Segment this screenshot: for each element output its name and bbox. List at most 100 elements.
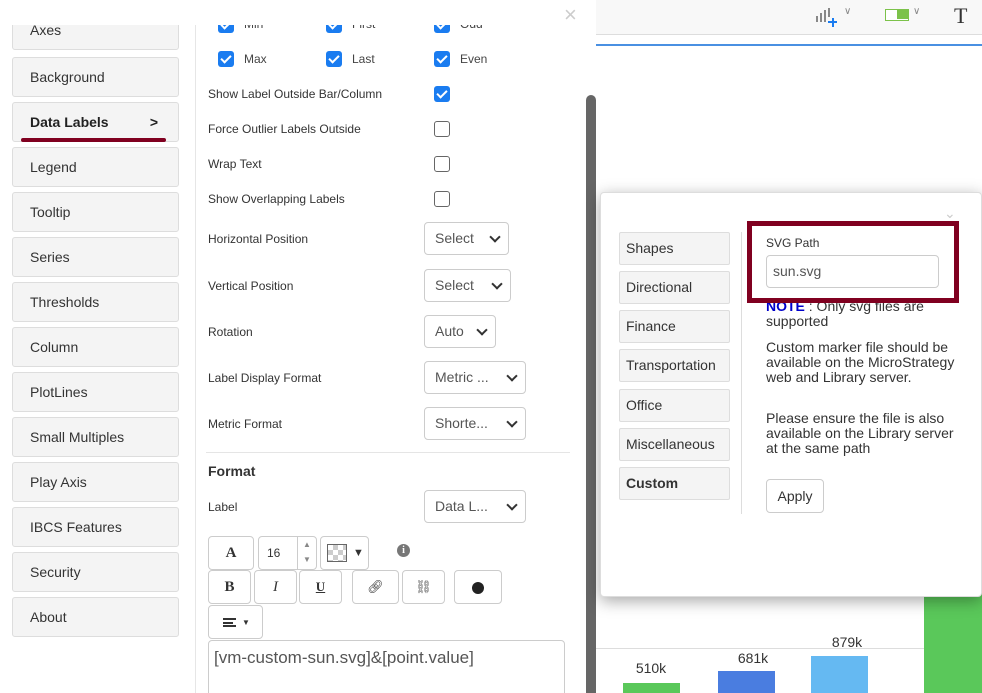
sidebar-item-security[interactable]: Security	[12, 552, 179, 592]
active-underline	[21, 138, 166, 142]
apply-button[interactable]: Apply	[766, 479, 824, 513]
select-value: Metric ...	[435, 369, 489, 385]
horizontal-position-select[interactable]: Select	[424, 222, 509, 255]
info-icon[interactable]: i	[397, 544, 410, 557]
sidebar-item-label: About	[30, 609, 67, 625]
format-heading: Format	[208, 463, 256, 479]
sidebar-item-thresholds[interactable]: Thresholds	[12, 282, 179, 322]
checkbox-label: Max	[244, 52, 267, 66]
panel-scrollbar[interactable]	[586, 95, 596, 693]
dropdown-label: Metric Format	[208, 417, 283, 431]
selection-line	[596, 44, 982, 46]
font-button[interactable]: A	[208, 536, 254, 570]
label-text-editor[interactable]: [vm-custom-sun.svg]&[point.value]	[208, 640, 565, 693]
sidebar-item-legend[interactable]: Legend	[12, 147, 179, 187]
font-size-value: 16	[267, 546, 281, 560]
tab-miscellaneous[interactable]: Miscellaneous	[619, 428, 730, 461]
italic-icon: I	[273, 579, 278, 595]
vertical-position-select[interactable]: Select	[424, 269, 511, 302]
sidebar-item-label: Series	[30, 249, 70, 265]
editor-text: [vm-custom-sun.svg]&[point.value]	[214, 648, 474, 667]
unlink-button[interactable]: ⛓︎	[402, 570, 445, 604]
chevron-down-icon[interactable]: ∨	[913, 6, 920, 17]
add-chart-icon[interactable]	[816, 8, 837, 27]
sidebar-item-background[interactable]: Background	[12, 57, 179, 97]
label-select[interactable]: Data L...	[424, 490, 526, 523]
bar[interactable]	[623, 683, 680, 693]
sidebar-item-ibcs-features[interactable]: IBCS Features	[12, 507, 179, 547]
divider	[206, 452, 570, 453]
option-label: Show Overlapping Labels	[208, 192, 345, 206]
tab-finance[interactable]: Finance	[619, 310, 730, 343]
stepper-arrows-icon[interactable]: ▲ ▼	[297, 537, 316, 569]
sidebar-item-label: IBCS Features	[30, 519, 122, 535]
color-theme-icon[interactable]	[885, 9, 909, 21]
sidebar-item-label: PlotLines	[30, 384, 88, 400]
link-icon: 🔗︎	[367, 579, 384, 594]
bar[interactable]	[811, 656, 868, 693]
button-label: Apply	[777, 488, 813, 504]
align-button[interactable]: ▼	[208, 605, 263, 639]
tab-shapes[interactable]: Shapes	[619, 232, 730, 265]
color-picker-button[interactable]: ▼	[320, 536, 369, 570]
info-text-2: Please ensure the file is also available…	[766, 410, 954, 456]
underline-icon: U	[315, 579, 326, 594]
sidebar-item-small-multiples[interactable]: Small Multiples	[12, 417, 179, 457]
text-format-icon[interactable]: T	[954, 3, 967, 29]
checkbox-max[interactable]	[218, 51, 234, 67]
data-labels-panel: Min First Odd × Max Last Even Show Label…	[196, 0, 596, 693]
tab-office[interactable]: Office	[619, 389, 730, 422]
info-text-1: Custom marker file should be available o…	[766, 339, 955, 385]
sidebar-item-label: Tooltip	[30, 204, 71, 220]
bold-button[interactable]: B	[208, 570, 251, 604]
checkbox-label: Last	[352, 52, 375, 66]
dropdown-label: Label Display Format	[208, 371, 322, 385]
sidebar-item-label: Background	[30, 69, 105, 85]
bold-icon: B	[224, 579, 235, 595]
bar[interactable]	[718, 671, 775, 693]
tab-label: Finance	[626, 318, 676, 334]
chevron-down-icon[interactable]: ∨	[844, 6, 851, 17]
tab-directional[interactable]: Directional	[619, 271, 730, 304]
sidebar-clip	[0, 0, 196, 25]
metric-format-select[interactable]: Shorte...	[424, 407, 526, 440]
marker-button[interactable]	[454, 570, 502, 604]
sidebar-item-play-axis[interactable]: Play Axis	[12, 462, 179, 502]
checkbox-show-label-outside[interactable]	[434, 86, 450, 102]
sidebar-item-label: Small Multiples	[30, 429, 125, 445]
caret-down-icon: ▼	[242, 618, 250, 627]
link-button[interactable]: 🔗︎	[352, 570, 399, 604]
sidebar-item-data-labels[interactable]: Data Labels >	[12, 102, 179, 142]
tab-transportation[interactable]: Transportation	[619, 349, 730, 382]
rotation-select[interactable]: Auto	[424, 315, 496, 348]
sidebar-item-column[interactable]: Column	[12, 327, 179, 367]
select-value: Auto	[435, 323, 464, 339]
bar-data-label: 510k	[635, 660, 667, 676]
bar[interactable]	[924, 583, 982, 693]
checkbox-show-overlapping[interactable]	[434, 191, 450, 207]
sidebar-item-label: Data Labels	[30, 114, 109, 130]
checkbox-wrap-text[interactable]	[434, 156, 450, 172]
checkbox-label: Even	[460, 52, 488, 66]
collapse-icon[interactable]: ⌄	[944, 205, 956, 222]
sidebar-item-label: Legend	[30, 159, 77, 175]
close-icon[interactable]: ×	[564, 2, 577, 28]
highlight-box	[747, 221, 959, 303]
bar-data-label: 681k	[737, 650, 769, 666]
sidebar-item-tooltip[interactable]: Tooltip	[12, 192, 179, 232]
font-size-stepper[interactable]: 16 ▲ ▼	[258, 536, 317, 570]
divider	[741, 232, 742, 514]
tab-custom[interactable]: Custom	[619, 467, 730, 500]
font-icon: A	[225, 545, 237, 561]
checkbox-force-outlier[interactable]	[434, 121, 450, 137]
dropdown-label: Horizontal Position	[208, 232, 309, 246]
checkbox-last[interactable]	[326, 51, 342, 67]
select-value: Shorte...	[435, 415, 488, 431]
sidebar-item-plotlines[interactable]: PlotLines	[12, 372, 179, 412]
sidebar-item-about[interactable]: About	[12, 597, 179, 637]
checkbox-even[interactable]	[434, 51, 450, 67]
sidebar-item-series[interactable]: Series	[12, 237, 179, 277]
italic-button[interactable]: I	[254, 570, 297, 604]
underline-button[interactable]: U	[299, 570, 342, 604]
label-display-format-select[interactable]: Metric ...	[424, 361, 526, 394]
